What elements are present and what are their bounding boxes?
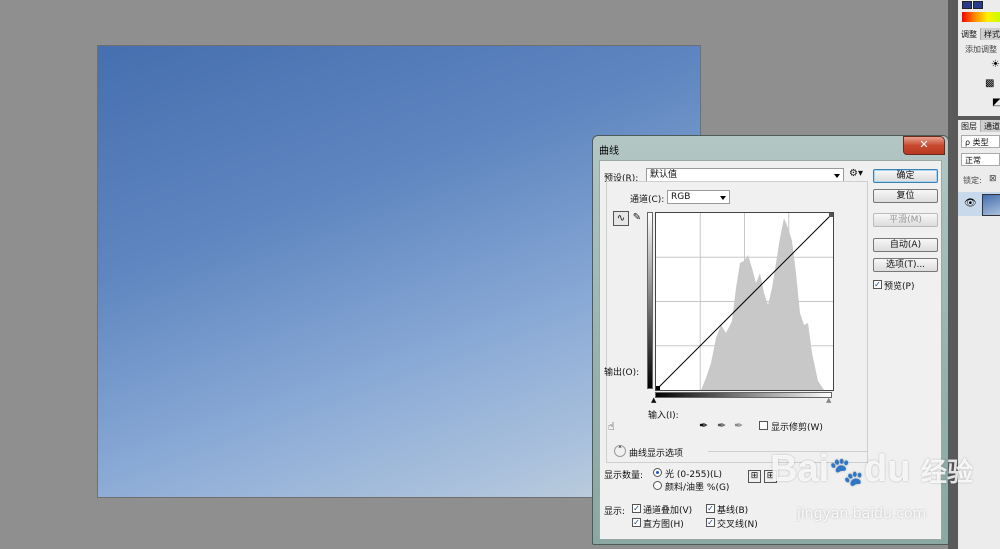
pencil-tool-icon[interactable]: ✎ <box>630 211 644 224</box>
baseline-checkbox[interactable]: ✓ <box>706 504 715 513</box>
output-gradient-bar <box>647 212 653 389</box>
panel-tabs: 调整 样式 <box>958 28 1000 40</box>
eye-icon[interactable]: 👁 <box>964 198 977 209</box>
watermark-url: jingyan.baidu.com <box>797 506 927 522</box>
lock-label: 锁定: <box>963 176 982 185</box>
pigment-radio[interactable] <box>653 481 662 490</box>
intersection-label: 交叉线(N) <box>717 520 758 530</box>
histogram-checkbox[interactable]: ✓ <box>632 518 641 527</box>
chevron-down-icon <box>834 174 840 178</box>
swatch-icon[interactable] <box>973 1 983 9</box>
watermark-brand: Bai <box>770 448 830 490</box>
white-point-slider-icon[interactable]: ▲ <box>826 396 831 404</box>
histogram <box>701 218 824 390</box>
channel-select[interactable]: RGB <box>667 190 730 204</box>
curve-endpoint-white[interactable] <box>829 213 833 217</box>
show-clipping-label: 显示修剪(W) <box>771 423 823 433</box>
on-image-adjust-icon[interactable]: ☝ <box>608 420 615 433</box>
channel-overlay-label: 通道叠加(V) <box>643 506 693 516</box>
watermark-suffix: 经验 <box>921 457 974 487</box>
preset-value: 默认值 <box>650 170 678 180</box>
channel-label: 通道(C): <box>630 195 665 205</box>
curve-point-tool-icon[interactable]: ∿ <box>613 211 629 226</box>
layers-panel-tabs: 图层 通道 <box>958 120 1000 132</box>
curve-graph[interactable] <box>655 212 834 391</box>
curves-icon[interactable]: ◩ <box>992 97 1000 108</box>
show-clipping-checkbox[interactable] <box>759 421 768 430</box>
show-label: 显示: <box>604 507 626 517</box>
collapse-chevron-icon[interactable]: ˄ <box>614 445 626 457</box>
input-gradient-bar <box>655 392 832 398</box>
swatch-icon[interactable] <box>962 1 972 9</box>
preset-gear-icon[interactable]: ⚙▾ <box>849 168 863 179</box>
black-point-slider-icon[interactable]: ▲ <box>651 396 656 404</box>
auto-button[interactable]: 自动(A) <box>873 238 938 252</box>
curve-graph-svg <box>656 213 833 390</box>
light-label: 光 (0-255)(L) <box>665 470 723 480</box>
layer-row[interactable]: 👁 <box>958 192 1000 216</box>
channel-overlay-checkbox[interactable]: ✓ <box>632 504 641 513</box>
layer-kind-filter[interactable]: ρ 类型 <box>961 135 1000 148</box>
baseline-label: 基线(B) <box>717 506 749 516</box>
adjustments-panel: 调整 样式 添加调整 ☀ ▩ ◩ <box>958 28 1000 116</box>
color-spectrum-bar[interactable] <box>962 12 1000 22</box>
blend-mode-select[interactable]: 正常 <box>961 153 1000 166</box>
layer-thumbnail <box>982 194 1000 216</box>
levels-icon[interactable]: ▩ <box>985 78 994 89</box>
intersection-checkbox[interactable]: ✓ <box>706 518 715 527</box>
lock-transparent-icon[interactable]: ⊠ <box>989 174 997 184</box>
baidu-watermark-logo: Bai🐾du 经验 <box>770 448 973 491</box>
preview-label: 预览(P) <box>884 282 915 292</box>
preview-checkbox[interactable]: ✓ <box>873 280 882 289</box>
smooth-button[interactable]: 平滑(M) <box>873 213 938 227</box>
curve-display-options-label: 曲线显示选项 <box>629 449 684 459</box>
reset-button[interactable]: 复位 <box>873 189 938 203</box>
chevron-down-icon <box>720 196 726 200</box>
paw-icon: 🐾 <box>829 456 865 487</box>
channel-value: RGB <box>671 192 691 202</box>
close-button[interactable]: ✕ <box>903 136 945 155</box>
tab-styles[interactable]: 样式 <box>981 28 1000 40</box>
output-label: 输出(O): <box>604 368 640 378</box>
white-eyedropper-icon[interactable]: ✒ <box>734 419 743 432</box>
watermark-brand2: du <box>864 448 911 490</box>
brightness-icon[interactable]: ☀ <box>991 59 1000 70</box>
tab-layers[interactable]: 图层 <box>958 120 981 132</box>
tab-adjustments[interactable]: 调整 <box>958 28 981 40</box>
tab-channels[interactable]: 通道 <box>981 120 1000 132</box>
add-adjustment-label: 添加调整 <box>965 45 997 54</box>
black-eyedropper-icon[interactable]: ✒ <box>699 419 708 432</box>
gray-eyedropper-icon[interactable]: ✒ <box>717 419 726 432</box>
preset-select[interactable]: 默认值 <box>646 168 844 182</box>
simple-grid-icon[interactable]: ⊞ <box>748 470 761 483</box>
curve-endpoint-black[interactable] <box>656 386 660 390</box>
ok-button[interactable]: 确定 <box>873 169 938 183</box>
pigment-label: 颜料/油墨 %(G) <box>665 483 730 493</box>
dialog-title: 曲线 <box>599 146 619 157</box>
histogram-label: 直方图(H) <box>643 520 684 530</box>
input-label: 输入(I): <box>648 411 679 421</box>
show-amount-label: 显示数量: <box>604 471 644 481</box>
options-button[interactable]: 选项(T)... <box>873 258 938 272</box>
light-radio[interactable] <box>653 468 662 477</box>
